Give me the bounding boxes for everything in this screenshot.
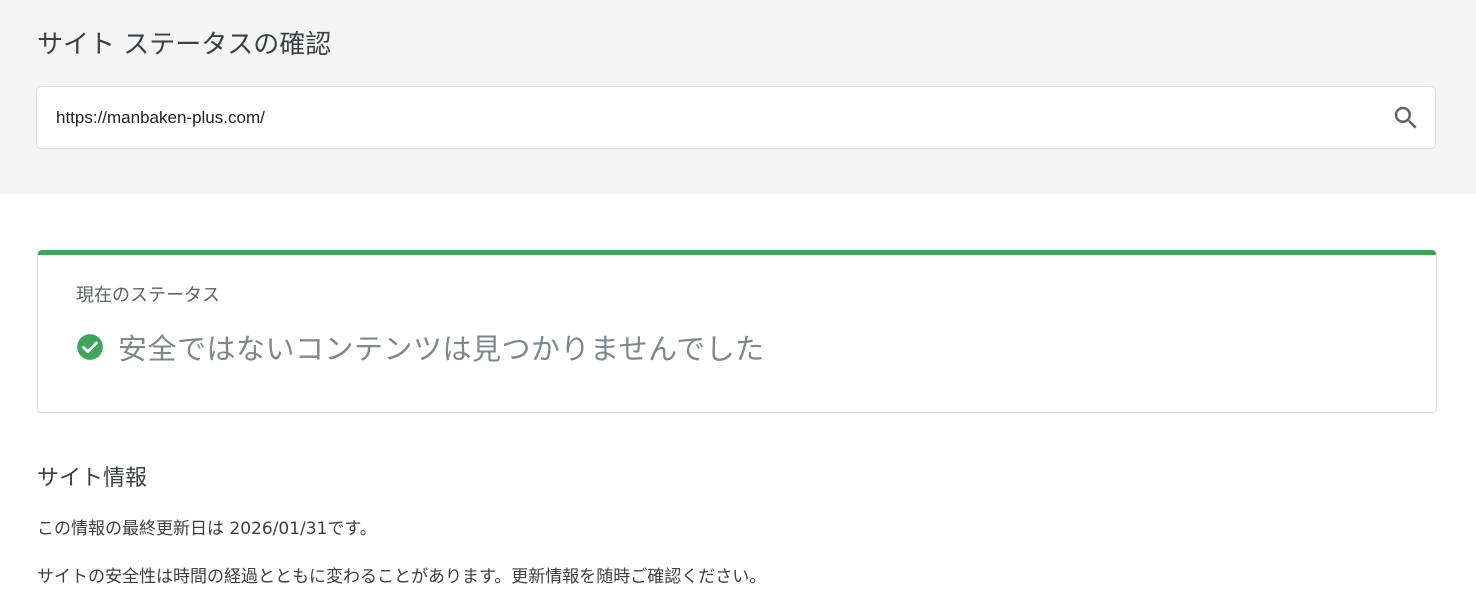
search-icon: [1394, 106, 1417, 129]
site-info-title: サイト情報: [37, 466, 148, 491]
safety-note: サイトの安全性は時間の経過とともに変わることがあります。更新情報を随時ご確認くだ…: [37, 567, 767, 587]
last-updated-suffix: です。: [327, 519, 377, 539]
status-card: 現在のステータス 安全ではないコンテンツは見つかりませんでした: [37, 250, 1437, 413]
status-indicator-bar: [38, 250, 1436, 255]
status-label: 現在のステータス: [76, 285, 220, 306]
status-result: 安全ではないコンテンツは見つかりませんでした: [76, 326, 765, 368]
search-input[interactable]: [56, 87, 1356, 148]
last-updated-date: 2026/01/31: [229, 519, 328, 539]
page-title: サイト ステータスの確認: [37, 30, 332, 60]
search-box[interactable]: [36, 86, 1436, 149]
header-band: サイト ステータスの確認: [0, 0, 1476, 194]
last-updated-text: この情報の最終更新日は 2026/01/31です。: [37, 514, 377, 539]
check-circle-icon: [77, 334, 103, 360]
search-button[interactable]: [1391, 103, 1421, 133]
last-updated-prefix: この情報の最終更新日は: [37, 519, 230, 539]
status-message: 安全ではないコンテンツは見つかりませんでした: [118, 332, 765, 366]
